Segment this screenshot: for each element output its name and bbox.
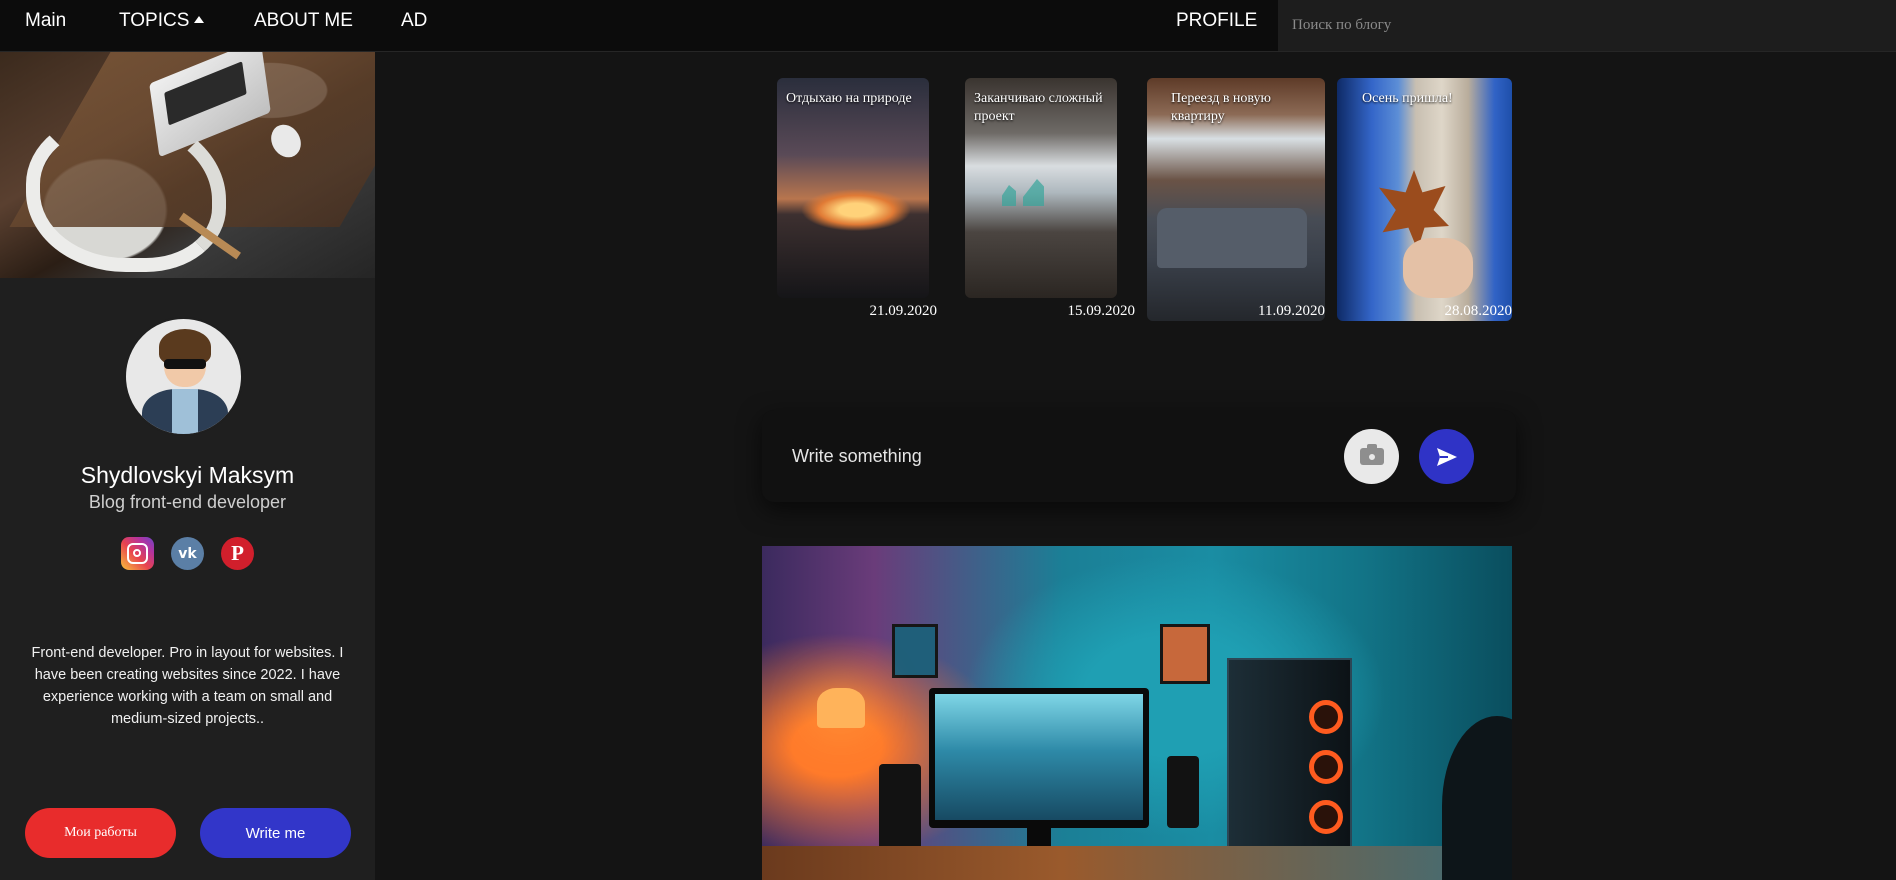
story-title: Переезд в новую квартиру bbox=[1171, 91, 1272, 124]
profile-role: Blog front-end developer bbox=[88, 492, 287, 512]
nav-ad-link[interactable]: AD bbox=[401, 0, 427, 42]
profile-bio: Front-end developer. Pro in layout for w… bbox=[31, 645, 344, 727]
nav-profile-link[interactable]: PROFILE bbox=[1176, 0, 1257, 42]
send-icon bbox=[1436, 447, 1457, 466]
story-date: 11.09.2020 bbox=[1258, 303, 1325, 319]
nav-topics-link[interactable]: TOPICS bbox=[119, 0, 205, 42]
story-date: 15.09.2020 bbox=[1067, 303, 1136, 319]
send-post-button[interactable] bbox=[1419, 429, 1474, 484]
camera-icon bbox=[1359, 444, 1384, 465]
story-date: 28.08.2020 bbox=[1444, 303, 1513, 319]
my-works-button[interactable]: Мои работы bbox=[25, 808, 176, 858]
profile-sidebar: Shydlovskyi Maksym Blog front-end develo… bbox=[0, 52, 375, 880]
story-date: 21.09.2020 bbox=[869, 303, 938, 319]
attach-photo-button[interactable] bbox=[1344, 429, 1399, 484]
story-card[interactable]: Отдыхаю на природе bbox=[777, 78, 929, 298]
nav-topics-label: TOPICS bbox=[119, 10, 190, 31]
pinterest-icon[interactable]: P bbox=[221, 537, 254, 570]
vk-icon[interactable]: vk bbox=[171, 537, 204, 570]
blog-search-input[interactable] bbox=[1278, 0, 1896, 51]
post-image[interactable] bbox=[762, 546, 1512, 880]
story-title: Осень пришла! bbox=[1362, 91, 1453, 106]
post-composer bbox=[762, 410, 1516, 502]
top-navbar: Main TOPICS ABOUT ME AD PROFILE bbox=[0, 0, 1896, 52]
instagram-icon[interactable] bbox=[121, 537, 154, 570]
post-text-input[interactable] bbox=[792, 434, 1292, 478]
story-card[interactable]: Заканчиваю сложный проект bbox=[965, 78, 1117, 298]
story-title: Заканчиваю сложный проект bbox=[974, 91, 1103, 124]
avatar bbox=[124, 317, 243, 436]
profile-name: Shydlovskyi Maksym bbox=[80, 462, 295, 488]
nav-main-link[interactable]: Main bbox=[25, 0, 66, 42]
write-me-button[interactable]: Write me bbox=[200, 808, 351, 858]
sidebar-cover-image bbox=[0, 52, 375, 278]
story-card[interactable]: Переезд в новую квартиру bbox=[1147, 78, 1325, 321]
story-card[interactable]: Осень пришла! bbox=[1337, 78, 1512, 321]
story-title: Отдыхаю на природе bbox=[786, 91, 912, 106]
nav-about-link[interactable]: ABOUT ME bbox=[254, 0, 353, 42]
caret-up-icon bbox=[194, 16, 205, 23]
